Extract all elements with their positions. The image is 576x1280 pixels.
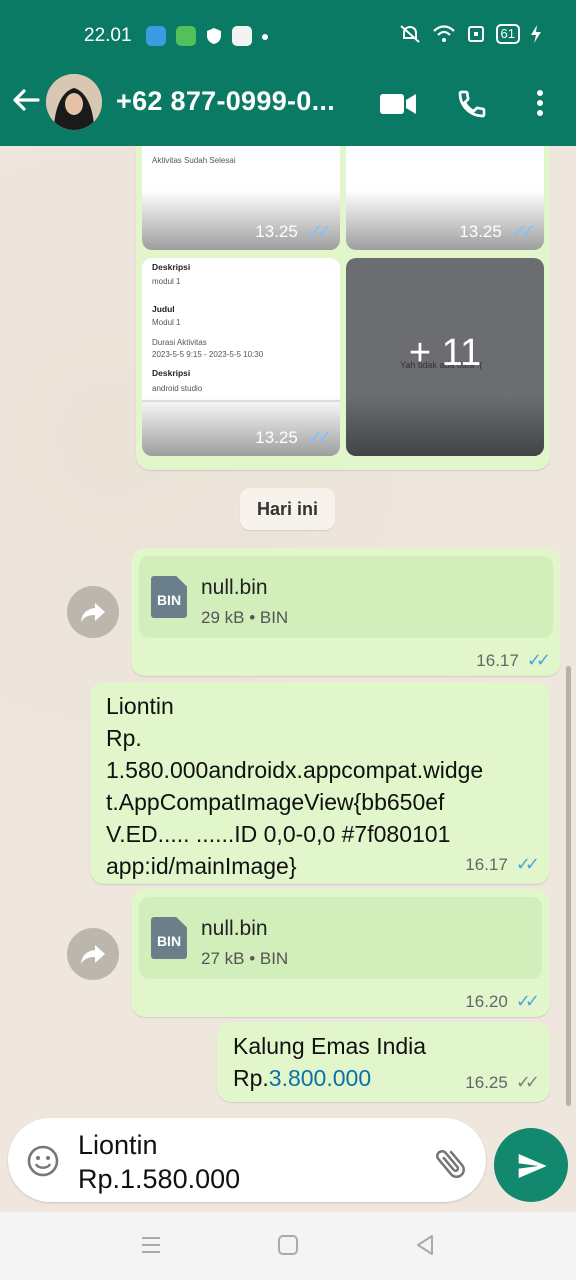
date-divider: Hari ini — [240, 488, 335, 530]
chat-header: +62 877-0999-0... — [0, 68, 576, 138]
recent-apps-icon[interactable] — [140, 1234, 162, 1256]
forward-button[interactable] — [67, 928, 119, 980]
read-ticks-icon: ✓✓ — [515, 854, 540, 874]
mute-icon — [399, 25, 420, 43]
send-icon — [518, 1154, 547, 1178]
document-card[interactable]: BIN null.bin 29 kB • BIN — [139, 556, 553, 638]
forward-button[interactable] — [67, 586, 119, 638]
more-options-icon[interactable] — [534, 88, 546, 118]
thumb-caption: Aktivitas Sudah Selesai — [152, 156, 236, 165]
message-meta: 13.25 ✓✓ — [255, 221, 332, 241]
message-composer[interactable]: Liontin Rp.1.580.000 — [8, 1118, 486, 1202]
video-call-icon[interactable] — [380, 92, 416, 116]
message-meta: 16.20 ✓✓ — [465, 991, 540, 1011]
image-thumb[interactable]: Aktivitas Sudah Selesai 13.25 ✓✓ — [142, 146, 340, 250]
voice-call-icon[interactable] — [456, 88, 488, 120]
system-navigation-bar — [0, 1212, 576, 1280]
app-header: 22.01 61 +62 877-0999-0... — [0, 0, 576, 146]
text-message[interactable]: Kalung Emas India Rp.3.800.000 16.25 ✓✓ — [217, 1022, 550, 1102]
document-name: null.bin — [201, 576, 268, 599]
charging-icon — [531, 25, 541, 43]
read-ticks-icon: ✓✓ — [511, 221, 536, 241]
text-message[interactable]: Liontin Rp. 1.580.000androidx.appcompat.… — [90, 682, 550, 884]
read-ticks-icon: ✓✓ — [307, 221, 332, 241]
more-notifications-dot — [262, 34, 268, 40]
document-card[interactable]: BIN null.bin 27 kB • BIN — [139, 897, 542, 979]
message-meta: 13.25 ✓✓ — [255, 427, 332, 447]
file-bin-icon: BIN — [151, 576, 187, 618]
more-images-thumb[interactable]: Yah tidak ada data :( + 11 — [346, 258, 544, 456]
document-info: 29 kB • BIN — [201, 608, 289, 627]
shield-icon — [204, 26, 224, 46]
home-icon[interactable] — [277, 1234, 299, 1256]
thumb-text: modul 1 — [152, 277, 181, 286]
image-thumb[interactable]: Deskripsi modul 1 Judul Modul 1 Durasi A… — [142, 258, 340, 456]
send-button[interactable] — [494, 1128, 568, 1202]
phone-number-link[interactable]: 3.800.000 — [269, 1065, 371, 1091]
thumb-text: Deskripsi — [152, 368, 191, 378]
document-message[interactable]: BIN null.bin 29 kB • BIN 16.17 ✓✓ — [131, 548, 561, 676]
message-meta: 13.25 ✓✓ — [459, 221, 536, 241]
scrollbar[interactable] — [566, 666, 571, 1106]
forward-icon — [81, 945, 105, 964]
contact-name[interactable]: +62 877-0999-0... — [116, 86, 335, 117]
app-notification-icon — [232, 26, 252, 46]
status-time: 22.01 — [84, 25, 132, 46]
thumb-text: Judul — [152, 304, 175, 314]
status-bar: 22.01 61 — [0, 22, 576, 50]
emoji-icon[interactable] — [26, 1144, 60, 1178]
thumb-text: Deskripsi — [152, 262, 191, 272]
document-info: 27 kB • BIN — [201, 949, 289, 968]
thumb-text: android studio — [152, 384, 203, 393]
app-notification-icon — [146, 26, 166, 46]
app-notification-icon — [176, 26, 196, 46]
thumb-text: Modul 1 — [152, 318, 181, 327]
image-thumb[interactable]: 13.25 ✓✓ — [346, 146, 544, 250]
message-meta: 16.17 ✓✓ — [476, 650, 551, 670]
message-input[interactable]: Liontin Rp.1.580.000 — [78, 1128, 240, 1196]
nfc-icon — [467, 26, 484, 42]
message-meta: 16.25 ✓✓ — [465, 1072, 540, 1092]
status-right: 61 — [398, 24, 542, 44]
back-nav-icon[interactable] — [414, 1234, 436, 1256]
wifi-icon — [432, 25, 455, 42]
attach-icon[interactable] — [432, 1144, 470, 1182]
read-ticks-icon: ✓✓ — [307, 427, 332, 447]
delivered-ticks-icon: ✓✓ — [515, 1072, 540, 1092]
document-name: null.bin — [201, 917, 268, 940]
battery-level: 61 — [495, 24, 520, 44]
read-ticks-icon: ✓✓ — [526, 650, 551, 670]
document-message[interactable]: BIN null.bin 27 kB • BIN 16.20 ✓✓ — [131, 889, 550, 1017]
forward-icon — [81, 603, 105, 622]
more-images-count: + 11 — [408, 332, 482, 374]
back-arrow-icon[interactable] — [10, 84, 42, 116]
read-ticks-icon: ✓✓ — [515, 991, 540, 1011]
thumb-text: 2023-5-5 9:15 - 2023-5-5 10:30 — [152, 350, 264, 359]
contact-avatar[interactable] — [46, 74, 102, 130]
thumb-text: Durasi Aktivitas — [152, 338, 207, 347]
file-bin-icon: BIN — [151, 917, 187, 959]
message-meta: 16.17 ✓✓ — [465, 854, 540, 874]
chat-area[interactable]: Aktivitas Sudah Selesai 13.25 ✓✓ 13.25 ✓✓ … — [0, 146, 576, 1116]
image-album-bubble[interactable]: Aktivitas Sudah Selesai 13.25 ✓✓ 13.25 ✓✓ … — [136, 146, 550, 470]
